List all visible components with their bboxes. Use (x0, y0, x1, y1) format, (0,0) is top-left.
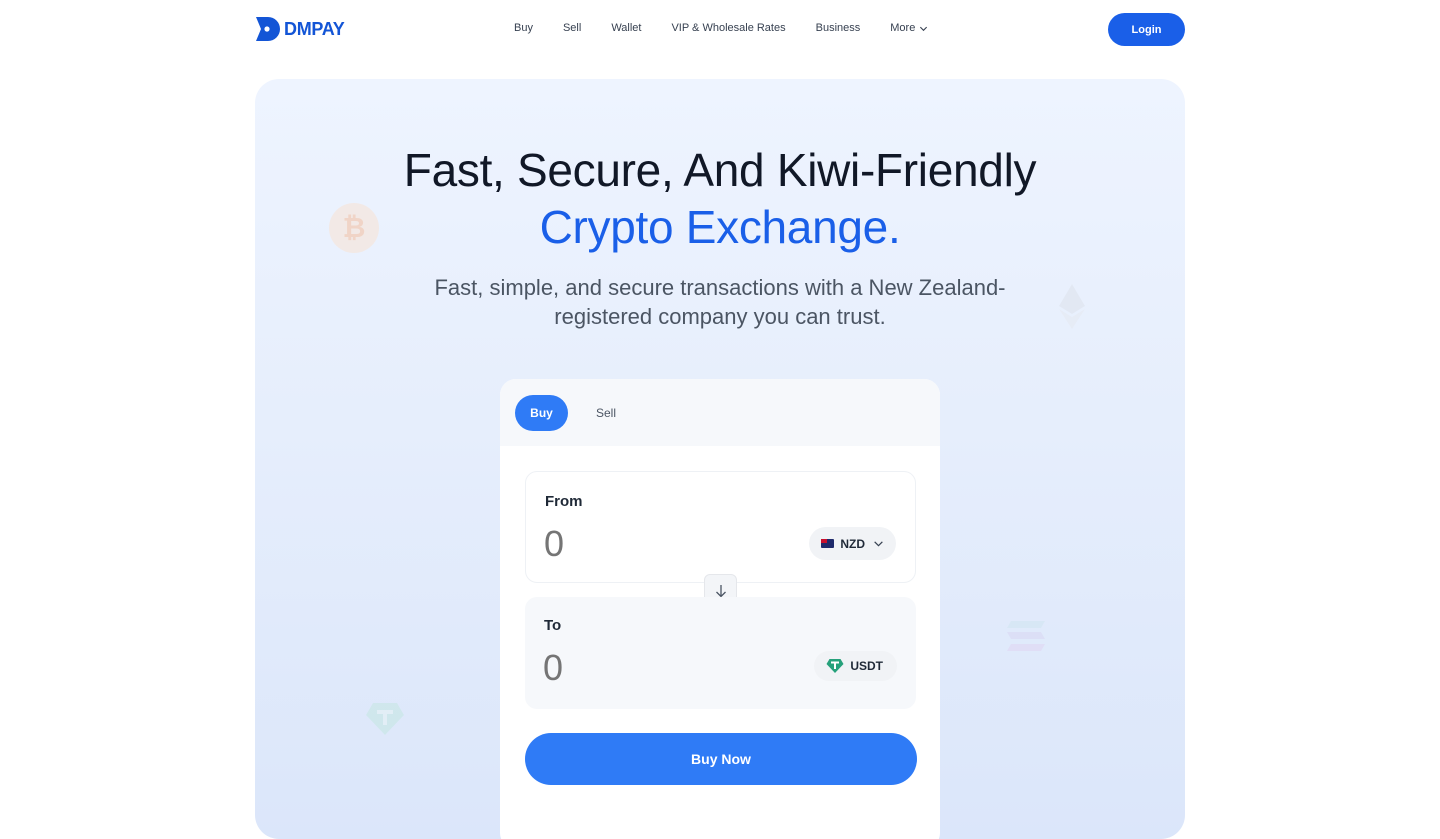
to-label: To (544, 617, 562, 634)
nav-business[interactable]: Business (816, 22, 861, 34)
nz-flag-icon (821, 539, 835, 548)
hero-title: Fast, Secure, And Kiwi-Friendly Crypto E… (255, 142, 1185, 256)
to-amount-input[interactable] (543, 647, 743, 689)
dmpay-logo-icon (256, 17, 280, 41)
from-amount-input[interactable] (544, 523, 744, 565)
ethereum-icon (1059, 284, 1085, 329)
nav-sell[interactable]: Sell (563, 22, 581, 34)
main-nav: Buy Sell Wallet VIP & Wholesale Rates Bu… (514, 22, 928, 34)
brand-logo[interactable]: DMPAY (256, 17, 345, 41)
from-currency-select[interactable]: NZD (809, 527, 896, 560)
chevron-down-icon (920, 26, 928, 31)
to-currency-code: USDT (850, 659, 883, 673)
tab-sell[interactable]: Sell (584, 395, 628, 431)
hero-title-line1: Fast, Secure, And Kiwi-Friendly (403, 144, 1037, 196)
solana-icon (1007, 621, 1045, 651)
nav-buy[interactable]: Buy (514, 22, 533, 34)
widget-tabs: Buy Sell (500, 379, 940, 446)
hero-subtitle: Fast, simple, and secure transactions wi… (434, 275, 1006, 329)
from-currency-code: NZD (840, 536, 865, 551)
buy-now-button[interactable]: Buy Now (525, 733, 917, 785)
chevron-down-icon (874, 541, 883, 547)
tether-icon (826, 659, 844, 673)
hero-section: ₿ Fast, Secure, And Kiwi-Friendly Crypto… (255, 79, 1185, 839)
tab-buy[interactable]: Buy (515, 395, 568, 431)
from-panel: From NZD (525, 471, 916, 583)
exchange-widget: Buy Sell From NZD To USDT (500, 379, 940, 839)
to-currency-select[interactable]: USDT (814, 651, 897, 681)
brand-name: DMPAY (284, 18, 345, 39)
from-label: From (545, 493, 583, 510)
nav-more[interactable]: More (890, 22, 928, 34)
nav-wallet[interactable]: Wallet (611, 22, 641, 34)
login-button[interactable]: Login (1108, 13, 1185, 46)
top-navbar: DMPAY Buy Sell Wallet VIP & Wholesale Ra… (0, 0, 1440, 62)
nav-vip-wholesale-rates[interactable]: VIP & Wholesale Rates (671, 22, 785, 34)
nav-more-label: More (890, 22, 916, 34)
tether-decor-icon (366, 703, 404, 735)
to-panel: To USDT (525, 597, 916, 709)
hero-title-line2: Crypto Exchange. (539, 201, 901, 253)
